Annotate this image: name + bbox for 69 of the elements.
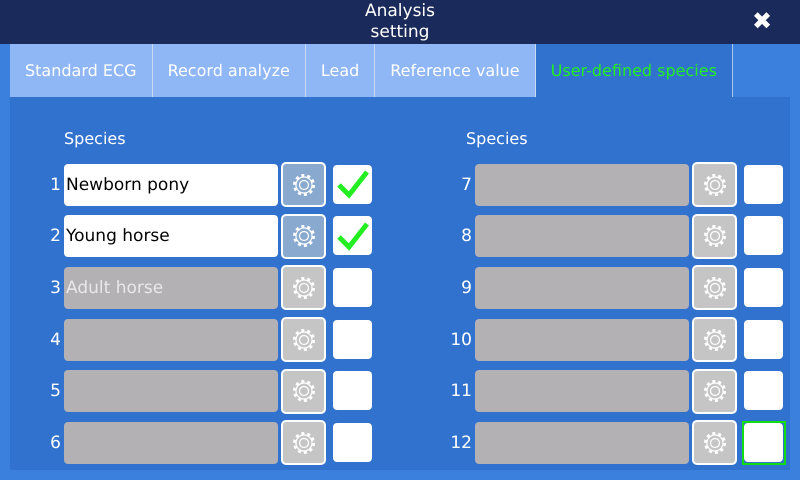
species-name-field[interactable] (475, 164, 689, 206)
settings-button[interactable] (692, 162, 737, 208)
settings-button[interactable] (281, 420, 326, 466)
settings-button[interactable] (692, 214, 737, 259)
checkbox[interactable] (744, 371, 783, 410)
settings-button[interactable] (281, 368, 326, 414)
settings-icon (292, 379, 316, 404)
species-name-field[interactable] (475, 422, 689, 464)
settings-button[interactable] (692, 317, 737, 362)
checkbox[interactable] (333, 164, 372, 204)
settings-icon (292, 328, 316, 352)
settings-icon (292, 276, 316, 300)
settings-icon (292, 430, 316, 455)
species-name-field[interactable] (64, 422, 278, 464)
settings-icon (292, 172, 316, 197)
species-name-field[interactable] (475, 215, 689, 258)
species-name-field[interactable] (475, 370, 689, 412)
settings-button[interactable] (281, 265, 326, 310)
species-name-field[interactable] (475, 266, 689, 309)
row-number: 3 (49, 278, 61, 298)
species-name-field[interactable]: Newborn pony (64, 164, 278, 206)
tab[interactable]: Lead (306, 44, 376, 97)
column-heading: Species (64, 128, 127, 150)
row-number: 12 (450, 432, 472, 453)
species-name-field[interactable] (475, 318, 689, 361)
row-number: 11 (450, 381, 472, 402)
checkmark-icon (336, 220, 368, 251)
checkbox[interactable] (333, 216, 372, 256)
checkbox[interactable] (333, 422, 372, 462)
row-number: 8 (460, 226, 472, 246)
checkbox[interactable] (333, 320, 372, 359)
checkbox[interactable] (333, 268, 372, 307)
checkbox[interactable] (333, 371, 372, 410)
settings-icon (702, 224, 726, 248)
settings-icon (702, 430, 726, 455)
row-number: 7 (460, 174, 472, 195)
row-number: 9 (460, 278, 472, 298)
checkbox[interactable] (744, 216, 783, 256)
row-number: 6 (49, 432, 61, 453)
row-number: 5 (49, 381, 61, 402)
checkbox[interactable] (744, 320, 783, 359)
settings-icon (702, 276, 726, 300)
tab[interactable]: User-defined species (536, 44, 733, 97)
settings-button[interactable] (692, 265, 737, 310)
settings-icon (292, 224, 316, 248)
tab[interactable]: Record analyze (152, 44, 306, 97)
close-button[interactable]: ✖ (752, 8, 772, 36)
species-name-field[interactable] (64, 370, 278, 412)
settings-button[interactable] (281, 317, 326, 362)
row-number: 1 (49, 174, 61, 195)
row-number: 4 (49, 330, 61, 350)
species-name-field[interactable] (64, 318, 278, 361)
settings-icon (702, 379, 726, 404)
tab[interactable]: Reference value (375, 44, 536, 97)
window-title: Analysis setting (364, 0, 436, 44)
settings-button[interactable] (692, 420, 737, 466)
settings-button[interactable] (281, 214, 326, 259)
checkbox[interactable] (744, 164, 783, 204)
settings-icon (702, 328, 726, 352)
settings-icon (702, 172, 726, 197)
settings-button[interactable] (692, 368, 737, 414)
column-heading: Species (466, 128, 529, 150)
settings-button[interactable] (281, 162, 326, 208)
tab[interactable]: Standard ECG (10, 44, 153, 97)
checkbox[interactable] (744, 268, 783, 307)
species-name-field[interactable]: Young horse (64, 215, 278, 258)
row-number: 2 (49, 226, 61, 246)
row-number: 10 (450, 330, 472, 350)
checkmark-icon (336, 169, 368, 200)
